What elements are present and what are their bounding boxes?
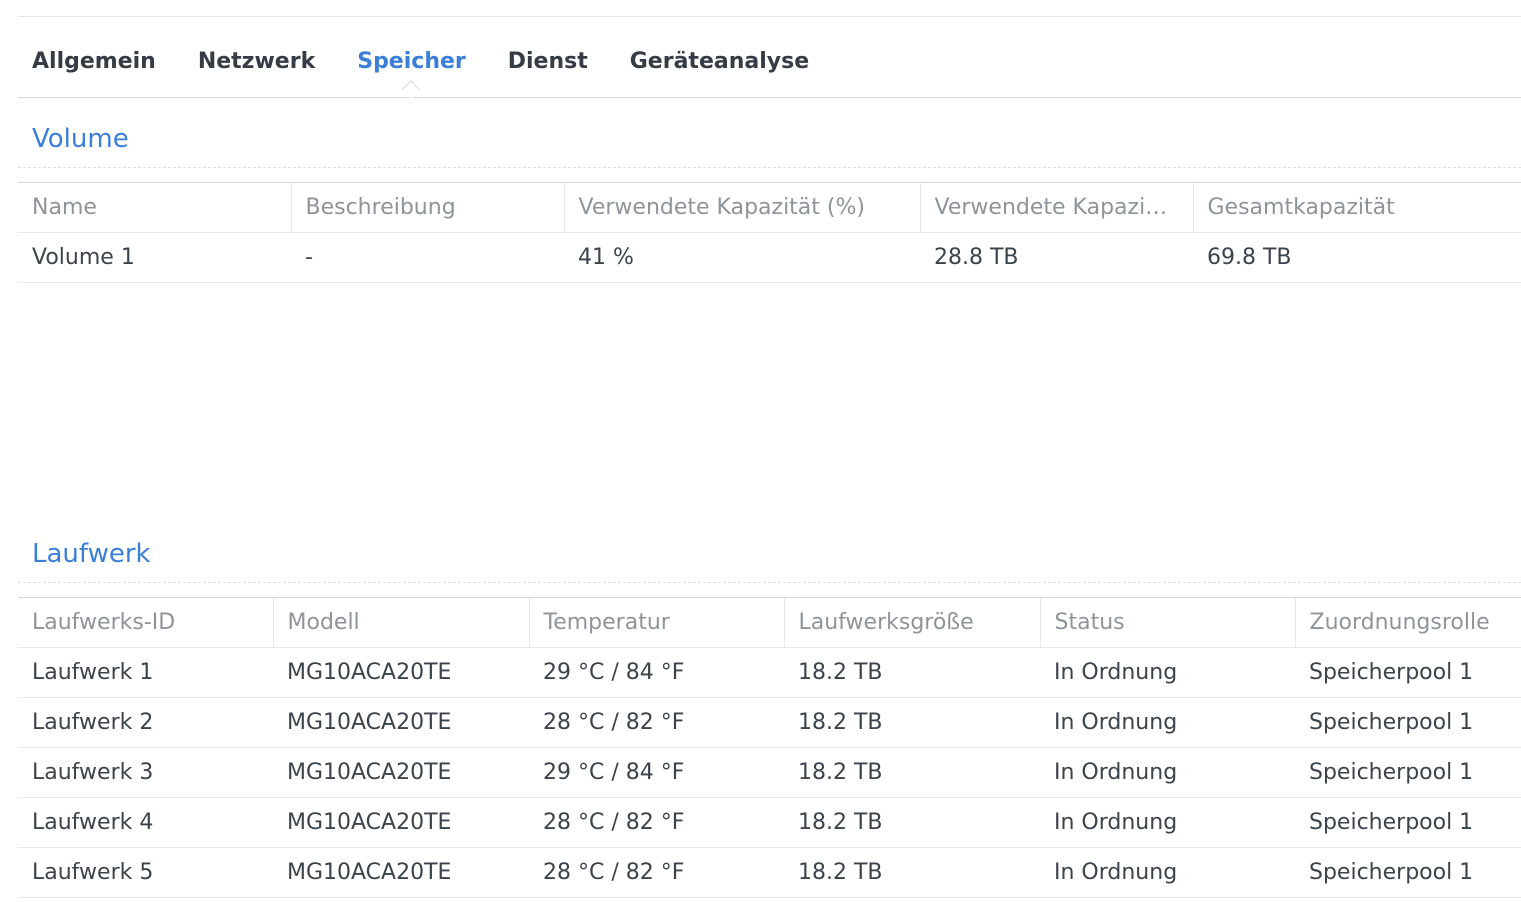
drive-section-title: Laufwerk	[32, 539, 151, 569]
cell-drive-temperature: 28 °C / 82 °F	[529, 847, 784, 898]
column-header-used-percent[interactable]: Verwendete Kapazität (%)	[563, 182, 920, 233]
cell-drive-size: 18.2 TB	[784, 797, 1040, 848]
cell-drive-size: 18.2 TB	[784, 847, 1040, 898]
tab-geraeteanalyse[interactable]: Geräteanalyse	[630, 40, 809, 88]
cell-drive-role: Speicherpool 1	[1295, 697, 1521, 748]
cell-drive-role: Speicherpool 1	[1295, 797, 1521, 848]
table-row[interactable]: Laufwerk 4 MG10ACA20TE 28 °C / 82 °F 18.…	[18, 797, 1521, 848]
column-header-drive-id[interactable]: Laufwerks-ID	[18, 597, 273, 648]
cell-drive-temperature: 28 °C / 82 °F	[529, 697, 784, 748]
table-row[interactable]: Laufwerk 1 MG10ACA20TE 29 °C / 84 °F 18.…	[18, 647, 1521, 698]
drive-section-divider	[18, 582, 1521, 583]
column-header-status[interactable]: Status	[1039, 597, 1295, 648]
cell-drive-status: In Ordnung	[1040, 697, 1295, 748]
table-row[interactable]: Volume 1 - 41 % 28.8 TB 69.8 TB	[18, 232, 1521, 283]
cell-drive-temperature: 28 °C / 82 °F	[529, 797, 784, 848]
tab-dienst[interactable]: Dienst	[508, 40, 588, 88]
column-header-total-capacity[interactable]: Gesamtkapazität	[1192, 182, 1521, 233]
tab-allgemein[interactable]: Allgemein	[32, 40, 156, 88]
drive-table: Laufwerks-ID Modell Temperatur Laufwerks…	[18, 597, 1521, 898]
column-header-temperature[interactable]: Temperatur	[528, 597, 784, 648]
cell-drive-temperature: 29 °C / 84 °F	[529, 647, 784, 698]
cell-drive-status: In Ordnung	[1040, 847, 1295, 898]
cell-drive-status: In Ordnung	[1040, 797, 1295, 848]
cell-drive-temperature: 29 °C / 84 °F	[529, 747, 784, 798]
cell-drive-role: Speicherpool 1	[1295, 647, 1521, 698]
column-header-role[interactable]: Zuordnungsrolle	[1294, 597, 1521, 648]
cell-drive-status: In Ordnung	[1040, 747, 1295, 798]
column-header-description[interactable]: Beschreibung	[290, 182, 564, 233]
cell-drive-id: Laufwerk 5	[18, 847, 273, 898]
volume-table-header: Name Beschreibung Verwendete Kapazität (…	[18, 182, 1521, 233]
column-header-name[interactable]: Name	[18, 182, 291, 233]
cell-drive-model: MG10ACA20TE	[273, 647, 529, 698]
cell-volume-name: Volume 1	[18, 232, 291, 283]
cell-drive-size: 18.2 TB	[784, 747, 1040, 798]
cell-drive-size: 18.2 TB	[784, 697, 1040, 748]
cell-drive-model: MG10ACA20TE	[273, 797, 529, 848]
tab-speicher[interactable]: Speicher	[357, 40, 466, 88]
cell-drive-id: Laufwerk 3	[18, 747, 273, 798]
column-header-model[interactable]: Modell	[272, 597, 529, 648]
volume-section-title: Volume	[32, 124, 129, 154]
column-header-drive-size[interactable]: Laufwerksgröße	[783, 597, 1040, 648]
cell-volume-description: -	[291, 232, 564, 283]
cell-drive-status: In Ordnung	[1040, 647, 1295, 698]
cell-volume-used-percent: 41 %	[564, 232, 920, 283]
cell-drive-model: MG10ACA20TE	[273, 847, 529, 898]
cell-drive-role: Speicherpool 1	[1295, 747, 1521, 798]
drive-table-header: Laufwerks-ID Modell Temperatur Laufwerks…	[18, 597, 1521, 648]
top-divider	[18, 16, 1521, 17]
volume-section-divider	[18, 167, 1521, 168]
cell-drive-id: Laufwerk 4	[18, 797, 273, 848]
table-row[interactable]: Laufwerk 5 MG10ACA20TE 28 °C / 82 °F 18.…	[18, 847, 1521, 898]
cell-drive-size: 18.2 TB	[784, 647, 1040, 698]
cell-drive-model: MG10ACA20TE	[273, 747, 529, 798]
cell-drive-model: MG10ACA20TE	[273, 697, 529, 748]
table-row[interactable]: Laufwerk 2 MG10ACA20TE 28 °C / 82 °F 18.…	[18, 697, 1521, 748]
cell-drive-id: Laufwerk 1	[18, 647, 273, 698]
volume-table: Name Beschreibung Verwendete Kapazität (…	[18, 182, 1521, 283]
table-row[interactable]: Laufwerk 3 MG10ACA20TE 29 °C / 84 °F 18.…	[18, 747, 1521, 798]
tab-bar: Allgemein Netzwerk Speicher Dienst Gerät…	[18, 40, 1521, 98]
cell-drive-id: Laufwerk 2	[18, 697, 273, 748]
tab-netzwerk[interactable]: Netzwerk	[198, 40, 315, 88]
cell-drive-role: Speicherpool 1	[1295, 847, 1521, 898]
column-header-used-capacity[interactable]: Verwendete Kapazi…	[919, 182, 1193, 233]
cell-volume-total: 69.8 TB	[1193, 232, 1521, 283]
cell-volume-used: 28.8 TB	[920, 232, 1193, 283]
